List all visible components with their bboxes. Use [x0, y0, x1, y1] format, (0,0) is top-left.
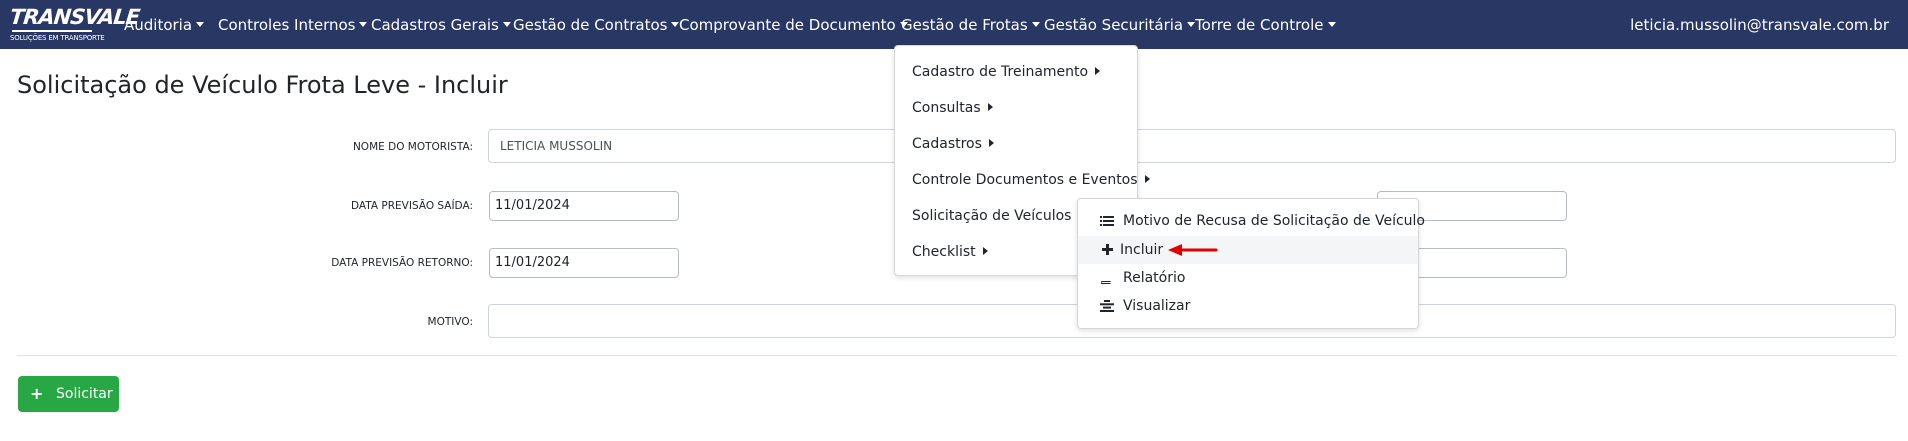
nav-label: Comprovante de Documento [679, 16, 896, 34]
nav-label: Auditoria [124, 16, 193, 34]
page-title: Solicitação de Veículo Frota Leve - Incl… [17, 71, 508, 99]
departure-date-label: DATA PREVISÃO SAÍDA: [351, 200, 473, 212]
caret-down-icon [502, 22, 511, 27]
top-navbar: TRANSVALE SOLUÇÕES EM TRANSPORTE Auditor… [0, 0, 1908, 49]
caret-right-icon [1144, 175, 1150, 183]
submenu-item-label: Incluir [1120, 242, 1164, 258]
dropdown-item-cadastros[interactable]: Cadastros [912, 135, 994, 153]
list-icon [1100, 207, 1114, 235]
caret-down-icon [196, 22, 205, 27]
dropdown-item-label: Controle Documentos e Eventos [912, 172, 1138, 188]
book-icon [1100, 264, 1114, 292]
dropdown-item-label: Cadastro de Treinamento [912, 64, 1089, 80]
solicitar-button-label: Solicitar [56, 386, 113, 402]
return-date-input[interactable]: 11/01/2024 [489, 248, 679, 278]
return-date-label: DATA PREVISÃO RETORNO: [331, 257, 473, 269]
solicitar-button[interactable]: + Solicitar [18, 376, 119, 412]
driver-name-field[interactable]: LETICIA MUSSOLIN [488, 129, 1896, 163]
logo-underline [12, 30, 92, 32]
caret-down-icon [359, 22, 368, 27]
departure-date-input[interactable]: 11/01/2024 [489, 191, 679, 221]
nav-torre-controle[interactable]: Torre de Controle [1195, 16, 1336, 34]
dropdown-item-solicitacao-veiculos[interactable]: Solicitação de Veículos [912, 207, 1084, 225]
nav-label: Gestão de Contratos [513, 16, 668, 34]
caret-right-icon [988, 139, 994, 147]
user-email[interactable]: leticia.mussolin@transvale.com.br [1630, 16, 1889, 34]
submenu-item-visualizar[interactable]: Visualizar [1078, 292, 1418, 320]
dropdown-item-label: Cadastros [912, 136, 982, 152]
submenu-item-incluir[interactable]: Incluir [1078, 236, 1418, 264]
dropdown-item-cadastro-treinamento[interactable]: Cadastro de Treinamento [912, 63, 1101, 81]
caret-down-icon [1031, 22, 1040, 27]
caret-down-icon [1187, 22, 1196, 27]
plus-icon: + [30, 384, 44, 403]
caret-right-icon [982, 247, 988, 255]
transvale-logo[interactable]: TRANSVALE SOLUÇÕES EM TRANSPORTE [8, 5, 141, 43]
submenu-item-label: Visualizar [1123, 298, 1191, 314]
dropdown-item-consultas[interactable]: Consultas [912, 99, 993, 117]
align-center-icon [1100, 292, 1114, 320]
nav-label: Cadastros Gerais [371, 16, 499, 34]
plus-icon [1100, 236, 1114, 264]
nav-cadastros-gerais[interactable]: Cadastros Gerais [371, 16, 511, 34]
dropdown-item-label: Consultas [912, 100, 981, 116]
logo-subtitle: SOLUÇÕES EM TRANSPORTE [10, 34, 105, 42]
submenu-item-motivo-recusa[interactable]: Motivo de Recusa de Solicitação de Veícu… [1078, 207, 1425, 235]
nav-controles-internos[interactable]: Controles Internos [218, 16, 368, 34]
vehicle-request-submenu: Motivo de Recusa de Solicitação de Veícu… [1077, 198, 1425, 329]
nav-label: Gestão de Frotas [901, 16, 1028, 34]
submenu-item-relatorio[interactable]: Relatório [1078, 264, 1418, 292]
form-divider [17, 355, 1897, 356]
dropdown-item-checklist[interactable]: Checklist [912, 243, 988, 261]
nav-gestao-securitaria[interactable]: Gestão Securitária [1044, 16, 1196, 34]
nav-label: Gestão Securitária [1044, 16, 1184, 34]
nav-auditoria[interactable]: Auditoria [124, 16, 205, 34]
nav-gestao-contratos[interactable]: Gestão de Contratos [513, 16, 680, 34]
dropdown-item-controle-documentos[interactable]: Controle Documentos e Eventos [912, 171, 1150, 189]
nav-gestao-frotas[interactable]: Gestão de Frotas [901, 16, 1040, 34]
caret-down-icon [1327, 22, 1336, 27]
caret-right-icon [987, 103, 993, 111]
nav-label: Torre de Controle [1195, 16, 1324, 34]
logo-text: TRANSVALE [8, 5, 141, 29]
dropdown-item-label: Solicitação de Veículos [912, 208, 1072, 224]
nav-comprovante-documento[interactable]: Comprovante de Documento [679, 16, 908, 34]
dropdown-item-label: Checklist [912, 244, 976, 260]
annotation-arrow-icon [1168, 244, 1218, 256]
submenu-item-label: Motivo de Recusa de Solicitação de Veícu… [1123, 213, 1425, 229]
driver-name-label: NOME DO MOTORISTA: [352, 141, 473, 153]
submenu-item-label: Relatório [1123, 270, 1186, 286]
nav-label: Controles Internos [218, 16, 356, 34]
caret-right-icon [1095, 67, 1101, 75]
reason-label: MOTIVO: [427, 316, 473, 328]
